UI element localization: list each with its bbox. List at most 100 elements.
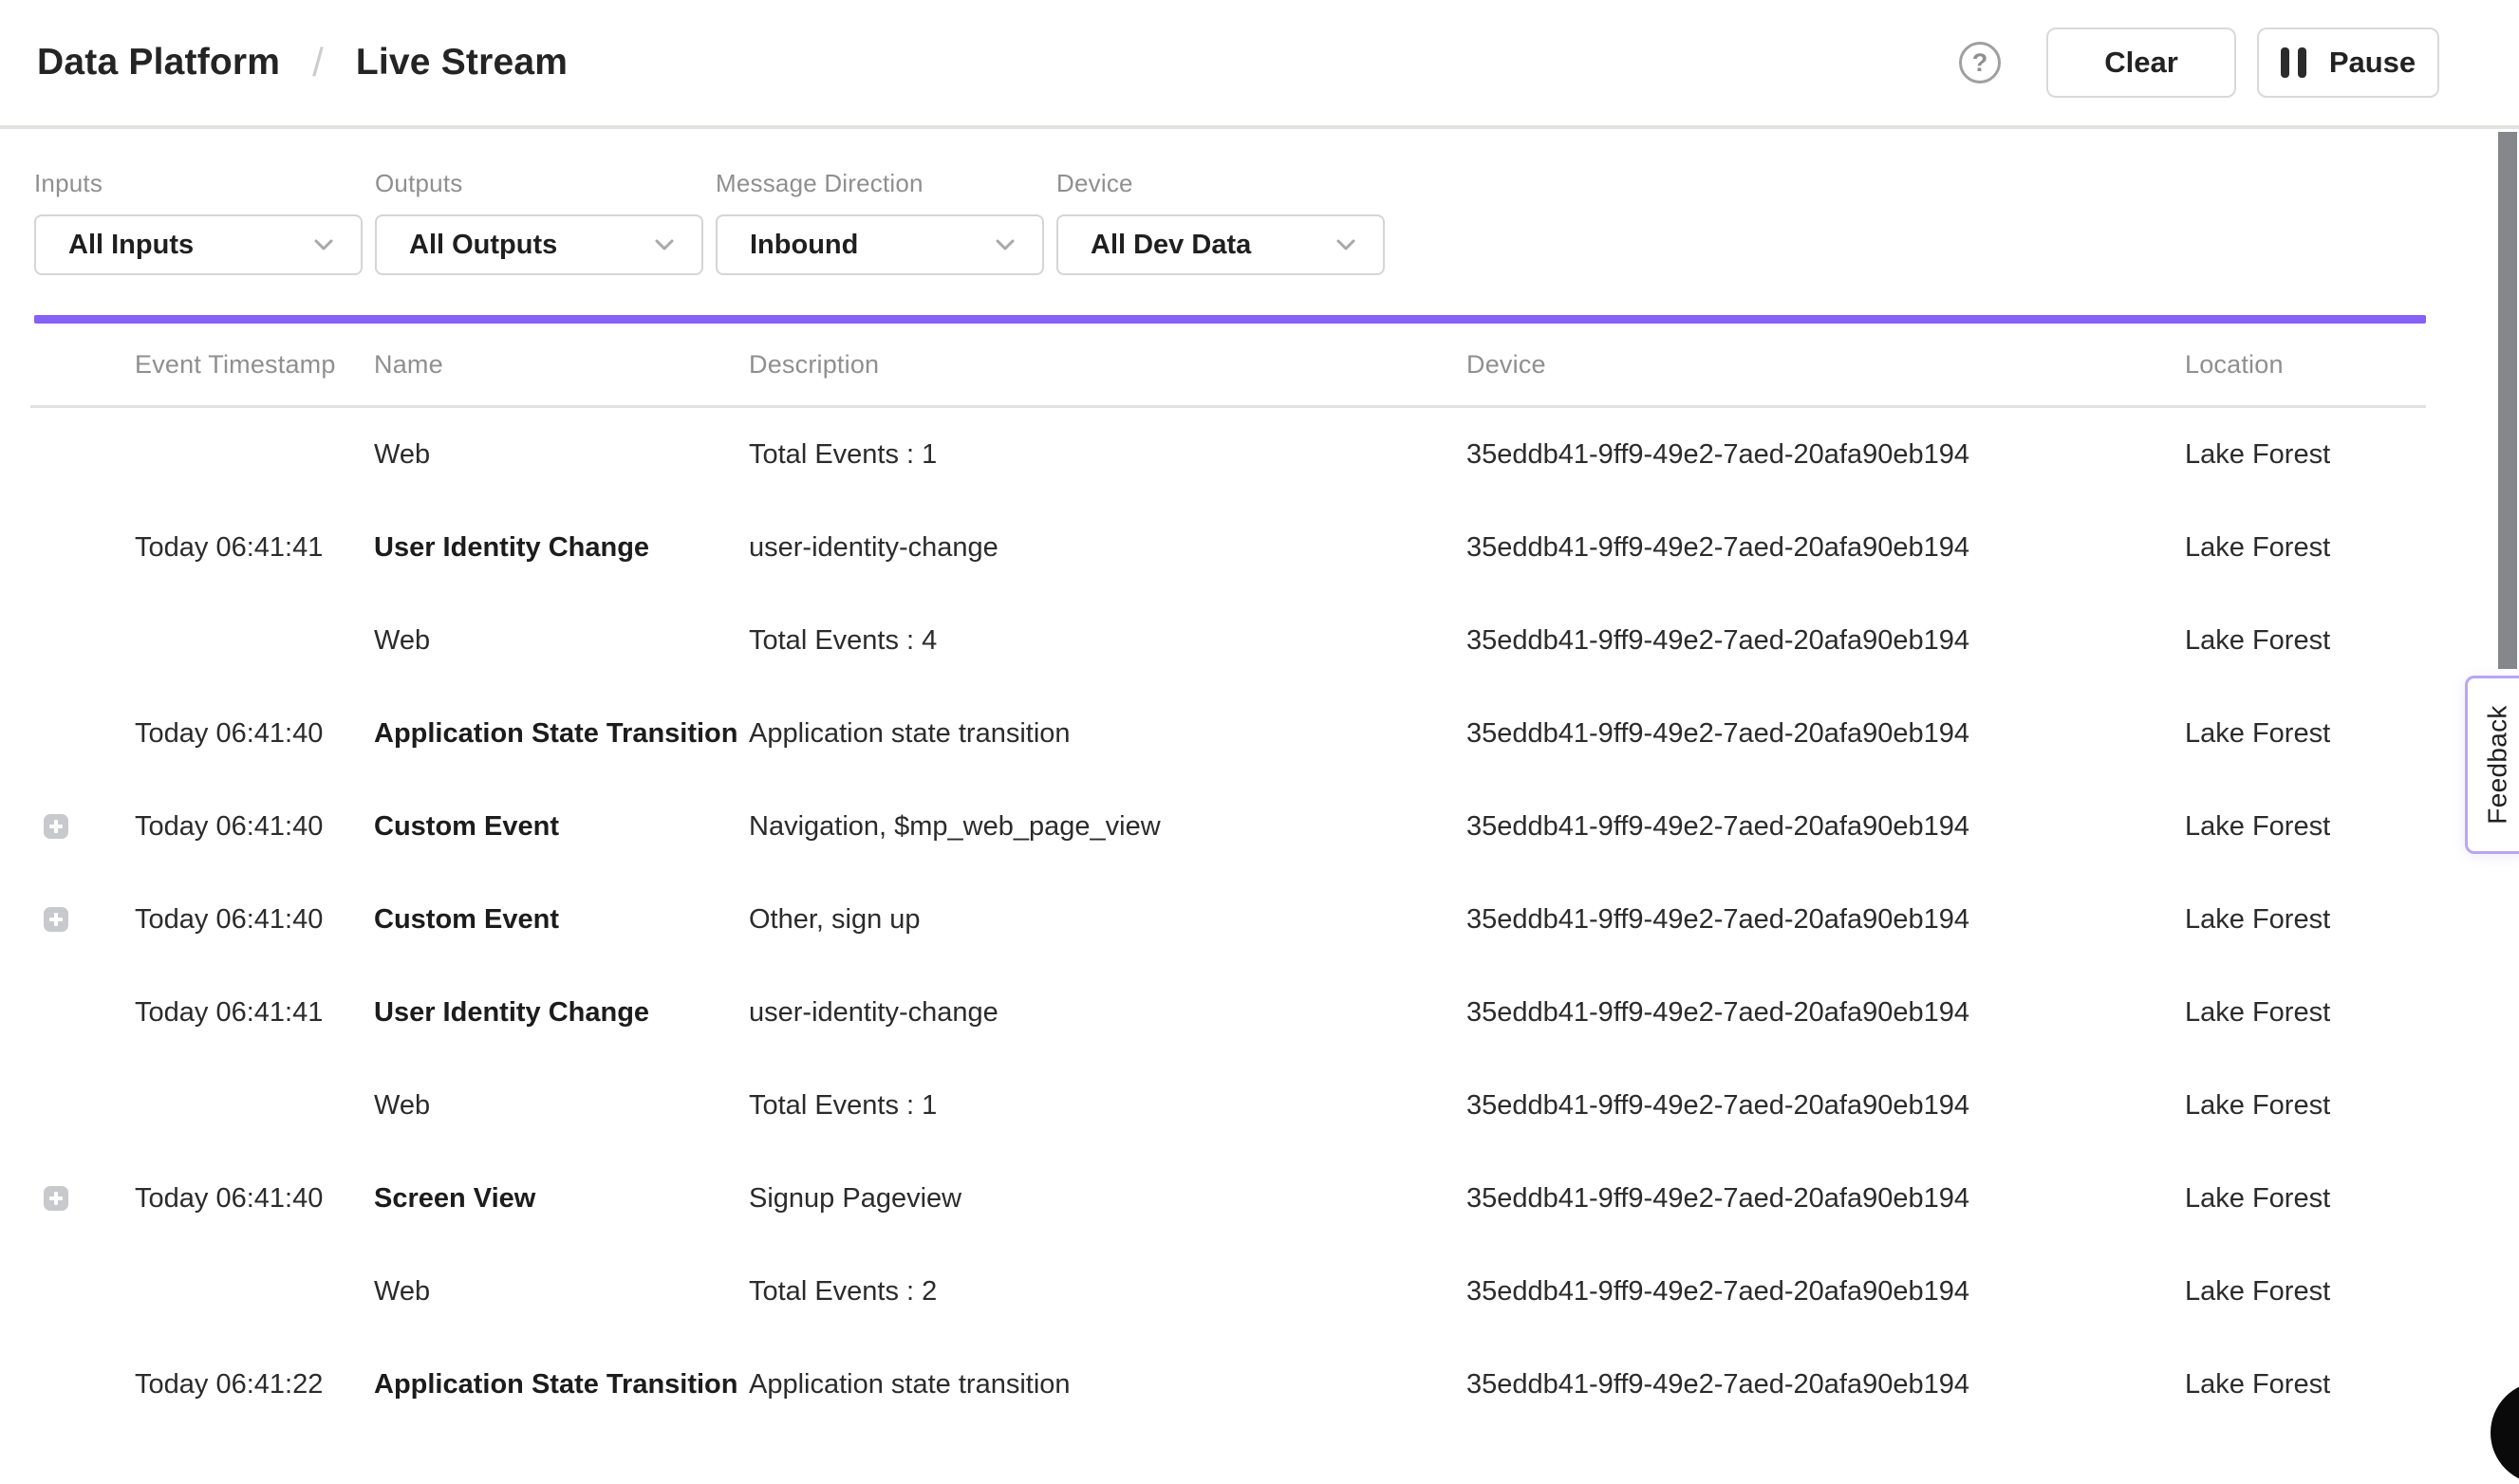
message-direction-select-value: Inbound — [750, 230, 858, 261]
top-bar: Data Platform / Live Stream ? Clear Paus… — [0, 0, 2519, 129]
event-name: Web — [374, 439, 749, 471]
column-description: Description — [749, 350, 1466, 380]
clear-button[interactable]: Clear — [2046, 28, 2236, 98]
event-location: Lake Forest — [2185, 997, 2519, 1029]
column-name: Name — [374, 350, 749, 380]
event-name: Application State Transition — [374, 718, 749, 750]
help-icon[interactable]: ? — [1959, 42, 2001, 83]
outputs-select-value: All Outputs — [409, 230, 557, 261]
filter-message-direction: Message Direction Inbound — [716, 169, 1044, 275]
filter-outputs-label: Outputs — [375, 169, 703, 197]
event-description: Other, sign up — [749, 904, 1466, 936]
event-location: Lake Forest — [2185, 1276, 2519, 1308]
filter-device: Device All Dev Data — [1056, 169, 1385, 275]
expand-cell — [34, 1186, 135, 1211]
event-location: Lake Forest — [2185, 1183, 2519, 1215]
table-row[interactable]: WebTotal Events : 135eddb41-9ff9-49e2-7a… — [0, 408, 2519, 501]
event-location: Lake Forest — [2185, 439, 2519, 471]
table-row[interactable]: Today 06:41:40Screen ViewSignup Pageview… — [0, 1152, 2519, 1245]
event-name: User Identity Change — [374, 997, 749, 1029]
scrollbar-thumb[interactable] — [2498, 132, 2517, 669]
event-name: Web — [374, 1090, 749, 1122]
event-location: Lake Forest — [2185, 625, 2519, 657]
message-direction-select[interactable]: Inbound — [716, 214, 1044, 275]
expand-cell — [34, 907, 135, 932]
inputs-select[interactable]: All Inputs — [34, 214, 363, 275]
table-row[interactable]: Today 06:41:41User Identity Changeuser-i… — [0, 966, 2519, 1059]
table-row[interactable]: Today 06:41:40Custom EventOther, sign up… — [0, 873, 2519, 966]
device-select[interactable]: All Dev Data — [1056, 214, 1385, 275]
live-stream-progress-bar — [34, 315, 2426, 324]
event-name: Web — [374, 1276, 749, 1308]
event-location: Lake Forest — [2185, 532, 2519, 564]
event-timestamp: Today 06:41:41 — [135, 532, 374, 564]
event-location: Lake Forest — [2185, 1369, 2519, 1401]
event-device: 35eddb41-9ff9-49e2-7aed-20afa90eb194 — [1466, 1369, 2185, 1401]
table-row[interactable]: WebTotal Events : 435eddb41-9ff9-49e2-7a… — [0, 594, 2519, 687]
event-location: Lake Forest — [2185, 904, 2519, 936]
table-row[interactable]: Today 06:41:22Application State Transiti… — [0, 1338, 2519, 1431]
table-header: Event Timestamp Name Description Device … — [30, 324, 2426, 408]
device-select-value: All Dev Data — [1091, 230, 1251, 261]
event-description: Signup Pageview — [749, 1183, 1466, 1215]
event-description: Total Events : 1 — [749, 439, 1466, 471]
expand-plus-icon[interactable] — [44, 814, 68, 839]
breadcrumb: Data Platform / Live Stream — [37, 40, 568, 85]
event-description: Total Events : 4 — [749, 625, 1466, 657]
pause-button-label: Pause — [2329, 46, 2416, 80]
event-device: 35eddb41-9ff9-49e2-7aed-20afa90eb194 — [1466, 811, 2185, 843]
event-description: Application state transition — [749, 718, 1466, 750]
feedback-tab-label: Feedback — [2483, 705, 2513, 824]
table-body: WebTotal Events : 135eddb41-9ff9-49e2-7a… — [0, 408, 2519, 1431]
pause-icon — [2281, 47, 2306, 78]
event-device: 35eddb41-9ff9-49e2-7aed-20afa90eb194 — [1466, 904, 2185, 936]
filter-message-direction-label: Message Direction — [716, 169, 1044, 197]
event-name: Application State Transition — [374, 1369, 749, 1401]
event-timestamp: Today 06:41:40 — [135, 904, 374, 936]
event-device: 35eddb41-9ff9-49e2-7aed-20afa90eb194 — [1466, 1276, 2185, 1308]
table-row[interactable]: WebTotal Events : 235eddb41-9ff9-49e2-7a… — [0, 1245, 2519, 1338]
event-description: user-identity-change — [749, 997, 1466, 1029]
breadcrumb-separator: / — [312, 40, 324, 85]
filter-bar: Inputs All Inputs Outputs All Outputs Me… — [34, 169, 1385, 275]
feedback-tab[interactable]: Feedback — [2465, 676, 2519, 854]
event-name: Screen View — [374, 1183, 749, 1215]
event-location: Lake Forest — [2185, 1090, 2519, 1122]
event-description: Application state transition — [749, 1369, 1466, 1401]
event-device: 35eddb41-9ff9-49e2-7aed-20afa90eb194 — [1466, 1183, 2185, 1215]
table-row[interactable]: WebTotal Events : 135eddb41-9ff9-49e2-7a… — [0, 1059, 2519, 1152]
page-title: Live Stream — [356, 42, 568, 83]
event-name: Custom Event — [374, 904, 749, 936]
chevron-down-icon — [309, 231, 338, 259]
column-device: Device — [1466, 350, 2185, 380]
event-table: Event Timestamp Name Description Device … — [0, 324, 2519, 1431]
topbar-actions: ? Clear Pause — [1959, 28, 2439, 98]
event-description: Navigation, $mp_web_page_view — [749, 811, 1466, 843]
outputs-select[interactable]: All Outputs — [375, 214, 703, 275]
event-description: Total Events : 2 — [749, 1276, 1466, 1308]
event-timestamp: Today 06:41:40 — [135, 1183, 374, 1215]
pause-button[interactable]: Pause — [2257, 28, 2439, 98]
event-timestamp: Today 06:41:41 — [135, 997, 374, 1029]
clear-button-label: Clear — [2104, 46, 2178, 80]
expand-plus-icon[interactable] — [44, 1186, 68, 1211]
event-timestamp: Today 06:41:40 — [135, 718, 374, 750]
column-event-timestamp: Event Timestamp — [135, 350, 374, 380]
event-device: 35eddb41-9ff9-49e2-7aed-20afa90eb194 — [1466, 1090, 2185, 1122]
expand-plus-icon[interactable] — [44, 907, 68, 932]
table-row[interactable]: Today 06:41:40Application State Transiti… — [0, 687, 2519, 780]
filter-device-label: Device — [1056, 169, 1385, 197]
event-device: 35eddb41-9ff9-49e2-7aed-20afa90eb194 — [1466, 439, 2185, 471]
filter-inputs: Inputs All Inputs — [34, 169, 363, 275]
event-name: Web — [374, 625, 749, 657]
event-device: 35eddb41-9ff9-49e2-7aed-20afa90eb194 — [1466, 532, 2185, 564]
event-description: user-identity-change — [749, 532, 1466, 564]
event-timestamp: Today 06:41:22 — [135, 1369, 374, 1401]
filter-inputs-label: Inputs — [34, 169, 363, 197]
breadcrumb-data-platform[interactable]: Data Platform — [37, 42, 280, 83]
table-row[interactable]: Today 06:41:41User Identity Changeuser-i… — [0, 501, 2519, 594]
chevron-down-icon — [1332, 231, 1360, 259]
table-row[interactable]: Today 06:41:40Custom EventNavigation, $m… — [0, 780, 2519, 873]
expand-cell — [34, 814, 135, 839]
event-device: 35eddb41-9ff9-49e2-7aed-20afa90eb194 — [1466, 625, 2185, 657]
